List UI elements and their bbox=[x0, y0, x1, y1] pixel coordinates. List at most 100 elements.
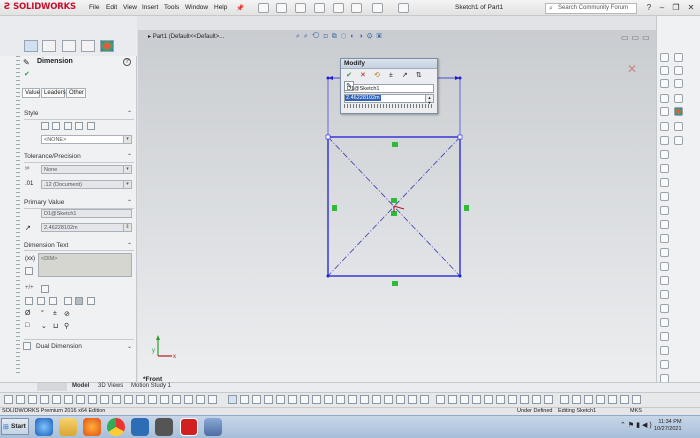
degree-symbol-icon[interactable]: ° bbox=[41, 310, 44, 317]
display-relations-icon[interactable] bbox=[324, 395, 333, 404]
primary-value-field[interactable]: 2.46228102m ⇕ bbox=[41, 223, 132, 232]
open-icon[interactable] bbox=[276, 3, 287, 13]
collapse-chevron-icon[interactable]: ⌃ bbox=[127, 153, 132, 160]
offset-tool-icon[interactable] bbox=[660, 192, 669, 201]
precision-select[interactable]: .12 (Document) ▾ bbox=[41, 180, 132, 189]
add-relation-icon[interactable] bbox=[312, 395, 321, 404]
justify-left-icon[interactable] bbox=[25, 297, 33, 305]
system-clock[interactable]: 11:34 PM 10/27/2021 bbox=[654, 419, 682, 433]
smart-dimension-icon[interactable] bbox=[228, 395, 237, 404]
menu-tools[interactable]: Tools bbox=[164, 4, 179, 11]
dimension-point[interactable] bbox=[326, 76, 330, 80]
modify-dialog-title[interactable]: Modify bbox=[341, 59, 437, 69]
chrome-icon[interactable] bbox=[107, 418, 125, 436]
primary-value-section-header[interactable]: Primary Value bbox=[24, 199, 136, 206]
exit-sketch-icon[interactable] bbox=[632, 395, 641, 404]
centerline-symbol-icon[interactable]: ⊘ bbox=[64, 310, 70, 318]
trim-tool-icon[interactable] bbox=[148, 395, 157, 404]
tab-value[interactable]: Value bbox=[22, 88, 40, 98]
vertical-relation-icon[interactable] bbox=[448, 395, 457, 404]
relation-tool-icon[interactable] bbox=[660, 346, 669, 355]
ellipse-tool-icon[interactable] bbox=[88, 395, 97, 404]
justify-right-icon[interactable] bbox=[49, 297, 57, 305]
smart-dimension-icon[interactable] bbox=[660, 360, 669, 369]
rotate-tool-icon[interactable] bbox=[208, 395, 217, 404]
tab-model[interactable]: Model bbox=[72, 383, 89, 389]
notepad-icon[interactable] bbox=[204, 418, 222, 436]
rebuild-icon[interactable] bbox=[372, 3, 383, 13]
tab-leaders[interactable]: Leaders bbox=[41, 88, 66, 98]
move-tool-icon[interactable] bbox=[660, 262, 669, 271]
collinear-icon[interactable] bbox=[360, 395, 369, 404]
tab-configuration-manager[interactable] bbox=[62, 40, 76, 52]
close-button[interactable]: ✕ bbox=[686, 3, 696, 13]
arrow-style-icon[interactable] bbox=[41, 285, 49, 293]
tab-scroll-controls[interactable] bbox=[37, 383, 67, 391]
tab-display-manager[interactable] bbox=[100, 40, 114, 52]
instant2d-icon[interactable] bbox=[584, 395, 593, 404]
menu-view[interactable]: View bbox=[123, 4, 137, 11]
scale-tool-icon[interactable] bbox=[660, 290, 669, 299]
new-document-icon[interactable] bbox=[258, 3, 269, 13]
menu-help[interactable]: Help bbox=[214, 4, 227, 11]
rectangle-tool-icon[interactable] bbox=[16, 395, 25, 404]
ok-check-icon[interactable]: ✔ bbox=[24, 70, 30, 78]
ordinate-dimension-icon[interactable] bbox=[276, 395, 285, 404]
baseline-dimension-icon[interactable] bbox=[264, 395, 273, 404]
vertical-dimension-icon[interactable] bbox=[252, 395, 261, 404]
status-units[interactable]: MKS bbox=[630, 408, 642, 414]
menu-window[interactable]: Window bbox=[185, 4, 208, 11]
vertical-relation-marker[interactable] bbox=[332, 205, 337, 211]
counterbore-symbol-icon[interactable]: ⊔ bbox=[53, 322, 58, 330]
spline-tool-icon[interactable] bbox=[52, 395, 61, 404]
slot-tool-icon[interactable] bbox=[76, 395, 85, 404]
extend-tool-icon[interactable] bbox=[660, 220, 669, 229]
diameter-symbol-icon[interactable]: Ø bbox=[25, 310, 30, 317]
trim-tool-icon[interactable] bbox=[660, 206, 669, 215]
centerline-tool-icon[interactable] bbox=[660, 304, 669, 313]
print-icon[interactable] bbox=[314, 3, 325, 13]
align-middle-icon[interactable] bbox=[75, 297, 83, 305]
file-explorer-icon[interactable] bbox=[59, 418, 77, 436]
perpendicular-icon[interactable] bbox=[384, 395, 393, 404]
minimize-button[interactable]: – bbox=[657, 3, 667, 13]
extend-tool-icon[interactable] bbox=[160, 395, 169, 404]
solidworks-forum-icon[interactable] bbox=[674, 136, 683, 145]
menu-edit[interactable]: Edit bbox=[106, 4, 117, 11]
dimension-point[interactable] bbox=[458, 76, 462, 80]
horizontal-relation-marker[interactable] bbox=[392, 142, 398, 147]
resources-icon[interactable] bbox=[674, 66, 683, 75]
concentric-icon[interactable] bbox=[408, 395, 417, 404]
load-style-icon[interactable] bbox=[87, 122, 95, 130]
sketch-picture-icon[interactable] bbox=[544, 395, 553, 404]
reset-spin-increment-icon[interactable]: ± bbox=[386, 71, 396, 81]
cancel-x-icon[interactable]: ✕ bbox=[358, 71, 368, 81]
fillet-tool-icon[interactable] bbox=[660, 164, 669, 173]
panel-handle[interactable] bbox=[16, 56, 20, 376]
coradial-icon[interactable] bbox=[532, 395, 541, 404]
sketch-point[interactable] bbox=[457, 134, 463, 140]
slot-tool-icon[interactable] bbox=[660, 122, 669, 131]
circle-tool-icon[interactable] bbox=[28, 395, 37, 404]
rectangle-tool-icon[interactable] bbox=[660, 66, 669, 75]
add-text-icon[interactable]: +/+ bbox=[25, 285, 34, 291]
fix-relation-icon[interactable] bbox=[484, 395, 493, 404]
symmetric-relation-icon[interactable] bbox=[472, 395, 481, 404]
midpoint-relation-icon[interactable] bbox=[460, 395, 469, 404]
add-style-icon[interactable] bbox=[52, 122, 60, 130]
arc-tool-icon[interactable] bbox=[40, 395, 49, 404]
horizontal-relation-icon[interactable] bbox=[436, 395, 445, 404]
firefox-icon[interactable] bbox=[83, 418, 101, 436]
tangent-icon[interactable] bbox=[396, 395, 405, 404]
thumbwheel-slider[interactable] bbox=[344, 104, 434, 108]
restore-button[interactable]: ❐ bbox=[671, 3, 681, 13]
sketch-point[interactable] bbox=[458, 274, 462, 278]
spline-tool-icon[interactable] bbox=[660, 136, 669, 145]
construction-geometry-icon[interactable] bbox=[560, 395, 569, 404]
repair-sketch-icon[interactable] bbox=[620, 395, 629, 404]
spin-tool-icon[interactable]: ⇅ bbox=[414, 71, 424, 81]
coincident-icon[interactable] bbox=[348, 395, 357, 404]
fillet-tool-icon[interactable] bbox=[112, 395, 121, 404]
plus-minus-symbol-icon[interactable]: ± bbox=[53, 310, 57, 317]
tab-motion-study[interactable]: Motion Study 1 bbox=[131, 383, 171, 389]
